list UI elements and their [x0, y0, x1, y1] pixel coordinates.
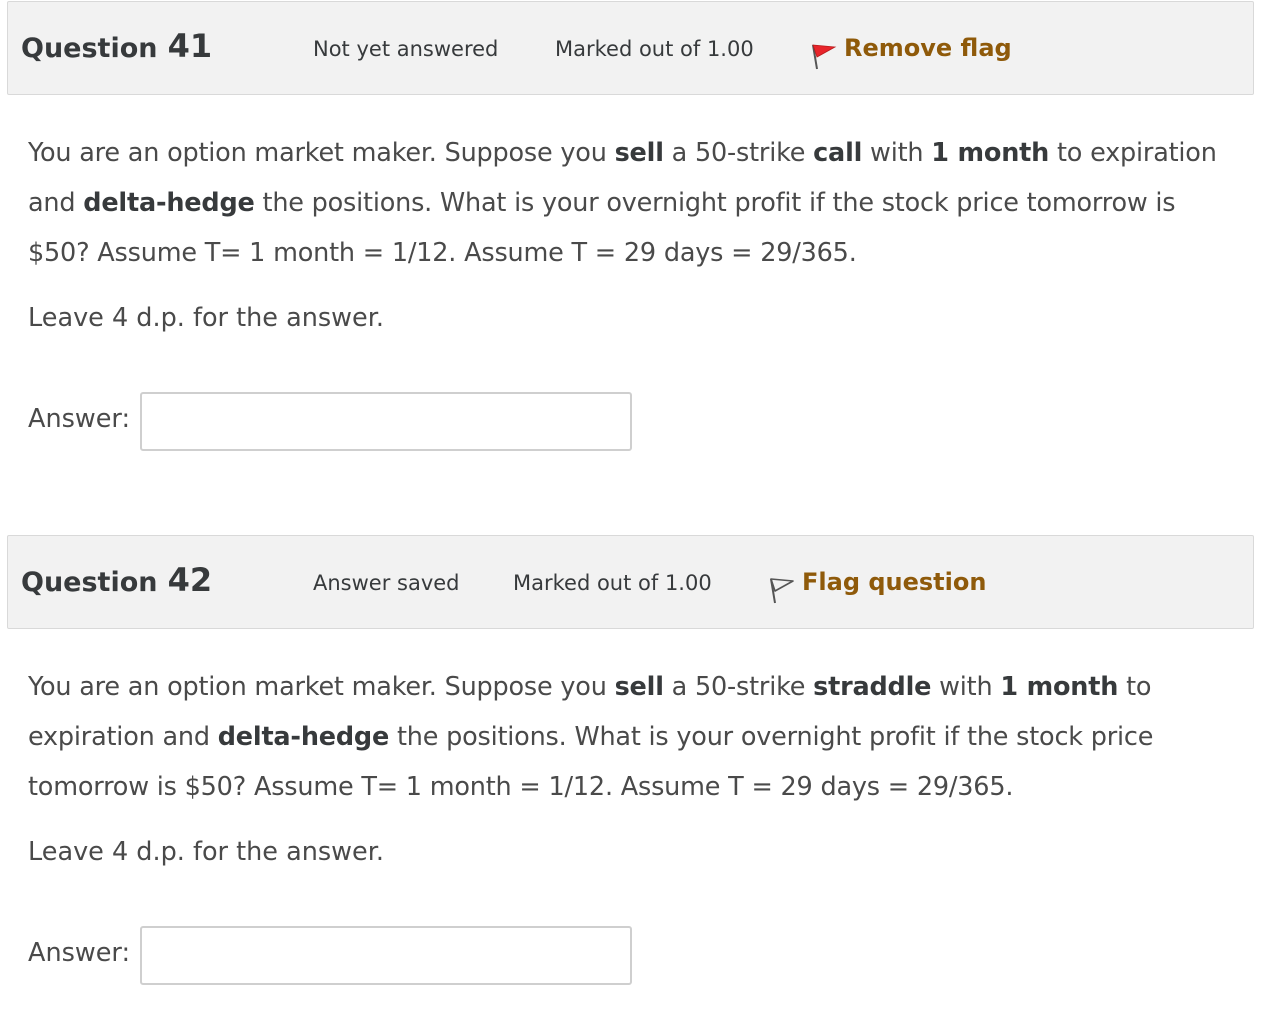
question-text-bold: sell — [614, 138, 664, 168]
question-title-word: Question — [21, 33, 158, 64]
answer-label: Answer: — [28, 938, 131, 968]
question-grade: Marked out of 1.00 — [513, 571, 712, 595]
question-text-bold: delta-hedge — [83, 188, 255, 218]
question-text-bold: delta-hedge — [217, 722, 390, 752]
flag-label[interactable]: Flag question — [802, 568, 986, 596]
question-state: Not yet answered — [313, 37, 499, 61]
question-title: Question 41 — [21, 27, 212, 65]
question-text-part: a 50-strike — [663, 672, 814, 702]
question-title: Question 42 — [21, 561, 212, 599]
question-text-bold: 1 month — [931, 138, 1050, 168]
question-text-bold: call — [813, 138, 863, 168]
flag-outline-icon[interactable] — [769, 575, 795, 605]
flag-question-link[interactable]: Flag question — [770, 568, 986, 604]
question-grade: Marked out of 1.00 — [555, 37, 754, 61]
answer-input[interactable] — [140, 392, 632, 451]
answer-input[interactable] — [140, 926, 632, 985]
answer-label: Answer: — [28, 404, 131, 434]
question-number: 42 — [167, 561, 213, 599]
question-text-part: You are an option market maker. Suppose … — [28, 138, 615, 168]
question-text-bold: straddle — [813, 672, 932, 702]
question-text: You are an option market maker. Suppose … — [28, 662, 1238, 812]
question-text-bold: 1 month — [1000, 672, 1119, 702]
question-text-bold: sell — [614, 672, 664, 702]
question-info-bar: Question 41 Not yet answered Marked out … — [7, 1, 1254, 95]
flag-filled-red-icon[interactable] — [811, 41, 837, 71]
question-text: You are an option market maker. Suppose … — [28, 128, 1238, 278]
question-note: Leave 4 d.p. for the answer. — [28, 303, 384, 333]
question-title-word: Question — [21, 567, 158, 598]
question-text-part: with — [862, 138, 932, 168]
question-text-part: a 50-strike — [663, 138, 814, 168]
question-note: Leave 4 d.p. for the answer. — [28, 837, 384, 867]
flag-label[interactable]: Remove flag — [844, 34, 1012, 62]
question-info-bar: Question 42 Answer saved Marked out of 1… — [7, 535, 1254, 629]
question-state: Answer saved — [313, 571, 460, 595]
question-number: 41 — [167, 27, 213, 65]
question-text-part: with — [931, 672, 1001, 702]
question-text-part: You are an option market maker. Suppose … — [28, 672, 615, 702]
remove-flag-link[interactable]: Remove flag — [812, 34, 1012, 70]
